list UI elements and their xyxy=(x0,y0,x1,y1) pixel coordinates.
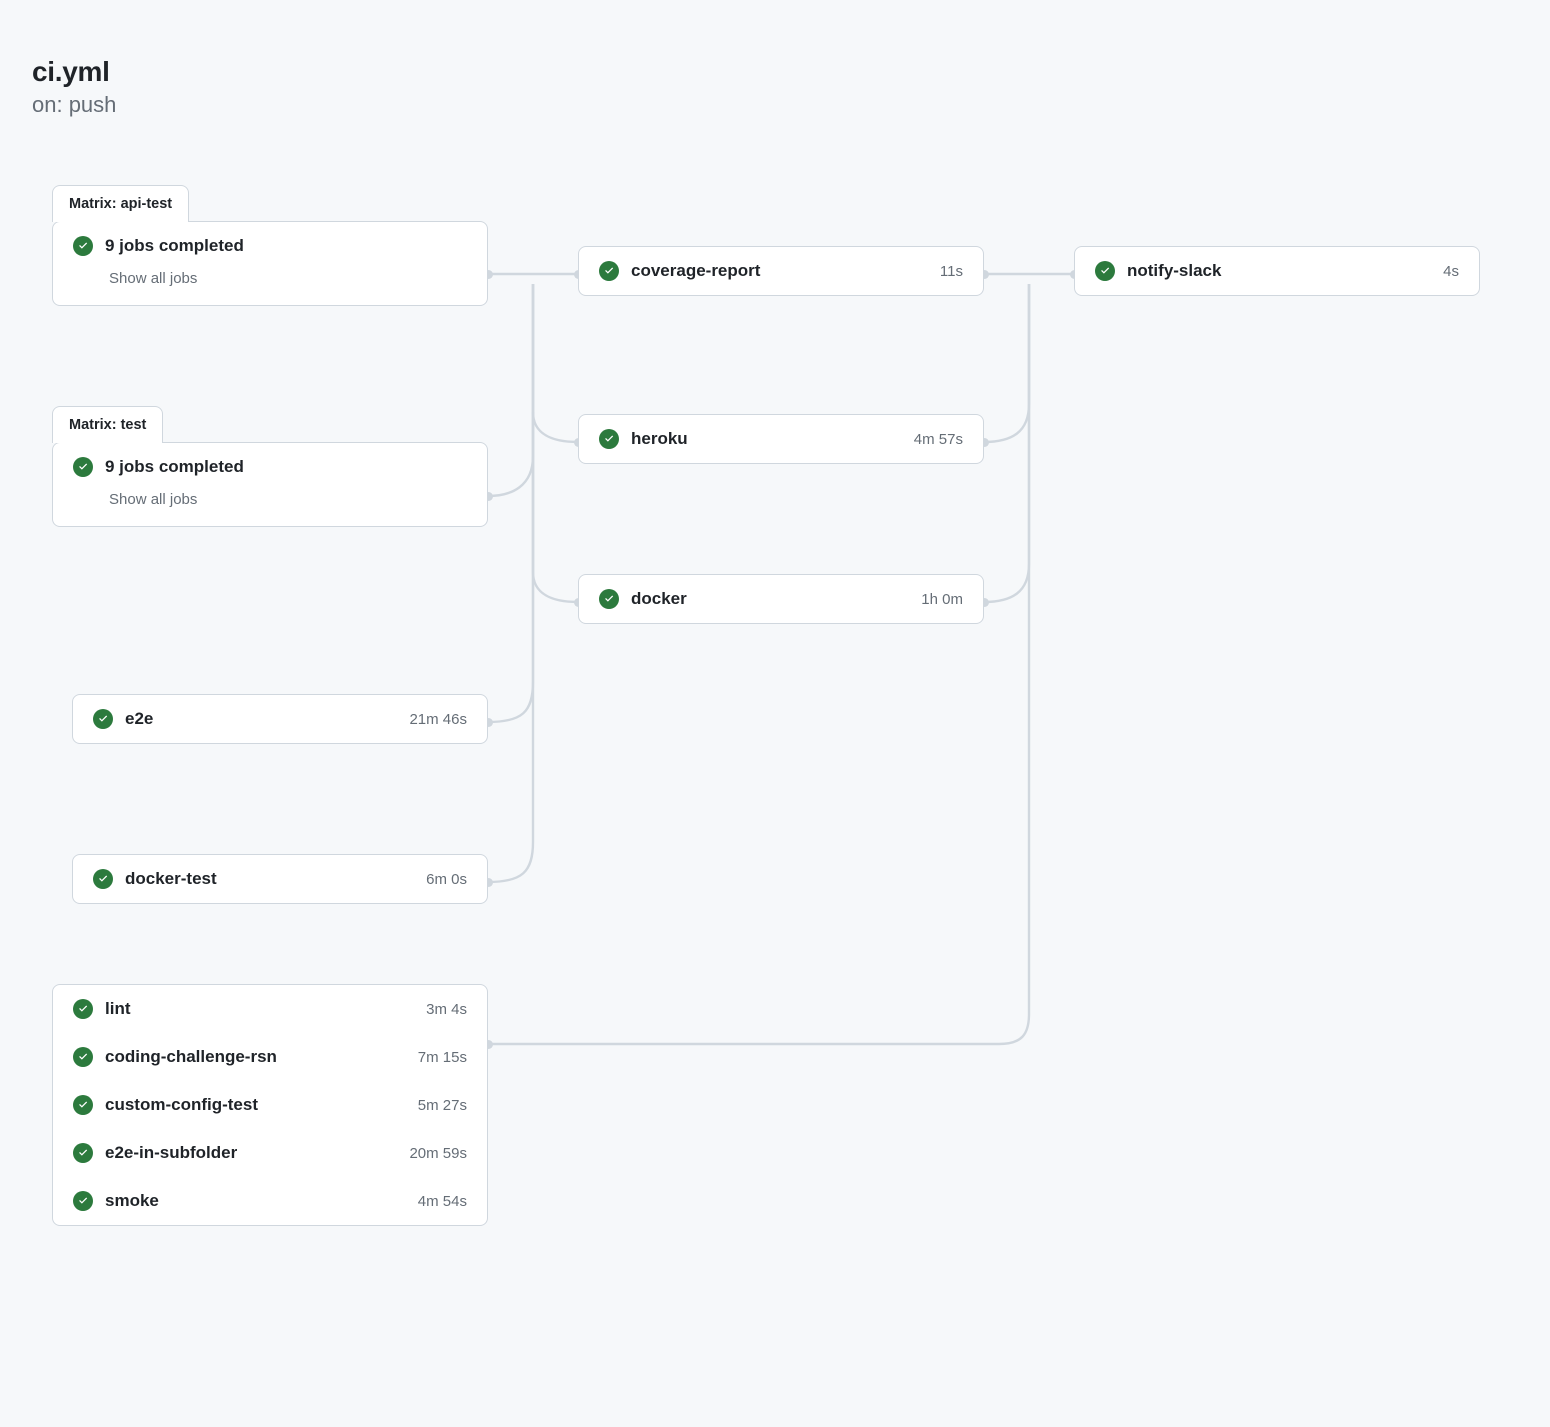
job-duration: 20m 59s xyxy=(409,1145,467,1162)
success-check-icon xyxy=(73,457,93,477)
job-group-card[interactable]: lint 3m 4s coding-challenge-rsn 7m 15s c… xyxy=(52,984,488,1226)
job-coding-challenge-row[interactable]: coding-challenge-rsn 7m 15s xyxy=(53,1033,487,1081)
success-check-icon xyxy=(73,1047,93,1067)
success-check-icon xyxy=(599,589,619,609)
job-name: smoke xyxy=(105,1191,406,1211)
job-name: e2e xyxy=(125,709,397,729)
job-name: lint xyxy=(105,999,414,1019)
matrix-test-card[interactable]: Matrix: test 9 jobs completed Show all j… xyxy=(52,442,488,527)
job-name: e2e-in-subfolder xyxy=(105,1143,397,1163)
job-duration: 4m 57s xyxy=(914,431,963,448)
success-check-icon xyxy=(93,709,113,729)
job-name: docker-test xyxy=(125,869,414,889)
job-duration: 7m 15s xyxy=(418,1049,467,1066)
success-check-icon xyxy=(93,869,113,889)
success-check-icon xyxy=(73,236,93,256)
job-duration: 11s xyxy=(940,263,963,280)
job-notify-slack-card[interactable]: notify-slack 4s xyxy=(1074,246,1480,296)
success-check-icon xyxy=(1095,261,1115,281)
job-duration: 6m 0s xyxy=(426,871,467,888)
job-duration: 4m 54s xyxy=(418,1193,467,1210)
job-duration: 21m 46s xyxy=(409,711,467,728)
show-all-jobs-link[interactable]: Show all jobs xyxy=(53,491,487,526)
matrix-api-test-tab: Matrix: api-test xyxy=(52,185,189,222)
success-check-icon xyxy=(599,429,619,449)
matrix-test-tab: Matrix: test xyxy=(52,406,163,443)
job-name: coverage-report xyxy=(631,261,928,281)
job-smoke-row[interactable]: smoke 4m 54s xyxy=(53,1177,487,1225)
job-duration: 5m 27s xyxy=(418,1097,467,1114)
success-check-icon xyxy=(73,1095,93,1115)
job-name: coding-challenge-rsn xyxy=(105,1047,406,1067)
job-name: heroku xyxy=(631,429,902,449)
job-duration: 4s xyxy=(1443,263,1459,280)
matrix-api-test-summary: 9 jobs completed xyxy=(105,236,467,256)
job-lint-row[interactable]: lint 3m 4s xyxy=(53,985,487,1033)
workflow-title: ci.yml xyxy=(32,56,1518,88)
job-name: custom-config-test xyxy=(105,1095,406,1115)
job-docker-card[interactable]: docker 1h 0m xyxy=(578,574,984,624)
success-check-icon xyxy=(73,1143,93,1163)
workflow-trigger: on: push xyxy=(32,92,1518,118)
job-e2e-card[interactable]: e2e 21m 46s xyxy=(72,694,488,744)
job-e2e-subfolder-row[interactable]: e2e-in-subfolder 20m 59s xyxy=(53,1129,487,1177)
success-check-icon xyxy=(599,261,619,281)
job-custom-config-row[interactable]: custom-config-test 5m 27s xyxy=(53,1081,487,1129)
job-coverage-report-card[interactable]: coverage-report 11s xyxy=(578,246,984,296)
job-heroku-card[interactable]: heroku 4m 57s xyxy=(578,414,984,464)
job-name: notify-slack xyxy=(1127,261,1431,281)
matrix-test-summary: 9 jobs completed xyxy=(105,457,467,477)
matrix-api-test-card[interactable]: Matrix: api-test 9 jobs completed Show a… xyxy=(52,221,488,306)
success-check-icon xyxy=(73,999,93,1019)
success-check-icon xyxy=(73,1191,93,1211)
job-docker-test-card[interactable]: docker-test 6m 0s xyxy=(72,854,488,904)
show-all-jobs-link[interactable]: Show all jobs xyxy=(53,270,487,305)
job-name: docker xyxy=(631,589,909,609)
job-duration: 3m 4s xyxy=(426,1001,467,1018)
workflow-graph: Matrix: api-test 9 jobs completed Show a… xyxy=(32,184,1518,1394)
job-duration: 1h 0m xyxy=(921,591,963,608)
